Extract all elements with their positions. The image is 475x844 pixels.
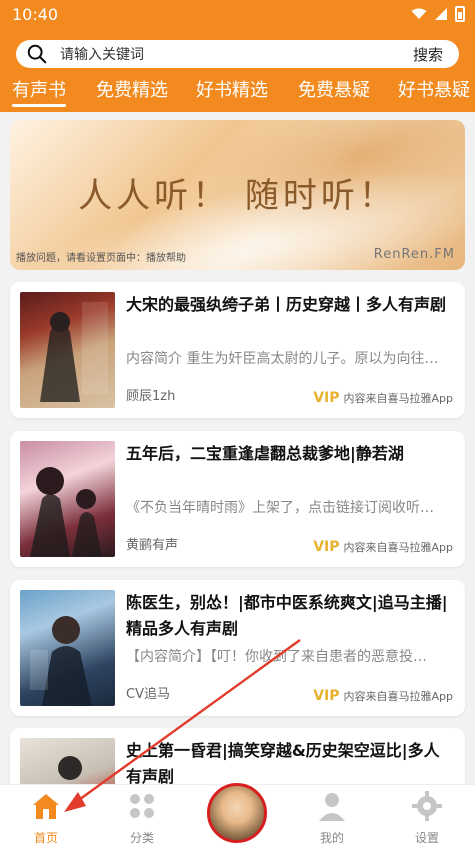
nav-categories[interactable]: 分类 bbox=[102, 785, 182, 844]
avatar-icon[interactable] bbox=[207, 783, 267, 843]
grid-icon bbox=[130, 794, 154, 818]
status-bar: 10:40 bbox=[0, 0, 475, 28]
category-tabs: 有声书 免费精选 好书精选 免费悬疑 好书悬疑 bbox=[0, 76, 475, 107]
gear-icon bbox=[412, 791, 442, 821]
vip-label: VIP bbox=[313, 539, 340, 555]
book-title[interactable]: 史上第一昏君|搞笑穿越&历史架空逗比|多人有声剧 bbox=[126, 738, 451, 790]
wifi-icon bbox=[411, 8, 427, 19]
signal-icon bbox=[435, 8, 447, 20]
search-bar[interactable]: 请输入关键词 搜索 bbox=[16, 40, 459, 68]
tab-free-suspense[interactable]: 免费悬疑 bbox=[298, 76, 370, 102]
vip-badge: VIP 内容来自喜马拉雅App bbox=[313, 688, 453, 704]
book-author: 顾辰1zh bbox=[126, 389, 176, 404]
status-time: 10:40 bbox=[12, 5, 59, 24]
book-cover bbox=[20, 441, 115, 557]
book-title[interactable]: 陈医生，别怂！|都市中医系统爽文|追马主播|精品多人有声剧 bbox=[126, 590, 451, 642]
book-card[interactable]: 五年后，二宝重逢虐翻总裁爹地|静若湖 《不负当年晴时雨》上架了，点击链接订阅收听… bbox=[10, 431, 465, 567]
battery-icon bbox=[455, 6, 465, 22]
search-icon bbox=[27, 44, 47, 64]
source-label: 内容来自喜马拉雅App bbox=[343, 541, 454, 554]
nav-label: 我的 bbox=[319, 831, 344, 844]
source-label: 内容来自喜马拉雅App bbox=[343, 392, 454, 405]
home-icon bbox=[33, 794, 59, 819]
source-label: 内容来自喜马拉雅App bbox=[343, 690, 454, 703]
banner-brand: RenRen.FM bbox=[373, 247, 455, 262]
book-author: CV追马 bbox=[126, 687, 170, 702]
nav-label: 设置 bbox=[414, 831, 439, 844]
search-input[interactable]: 请输入关键词 bbox=[60, 44, 413, 64]
banner-note: 播放问题，请看设置页面中：播放帮助 bbox=[16, 253, 186, 264]
tab-good-books[interactable]: 好书精选 bbox=[196, 76, 268, 102]
book-author: 黄鹂有声 bbox=[126, 538, 179, 553]
nav-home[interactable]: 首页 bbox=[6, 785, 86, 844]
user-icon bbox=[319, 793, 345, 821]
book-title[interactable]: 五年后，二宝重逢虐翻总裁爹地|静若湖 bbox=[126, 441, 451, 467]
status-icons bbox=[411, 6, 465, 22]
vip-label: VIP bbox=[313, 688, 340, 704]
vip-label: VIP bbox=[313, 390, 340, 406]
vip-badge: VIP 内容来自喜马拉雅App bbox=[313, 390, 453, 406]
app-header: 10:40 请输入关键词 搜索 有声书 免费精选 好书精选 免费悬疑 好书悬疑 bbox=[0, 0, 475, 112]
book-description: 《不负当年晴时雨》上架了，点击链接订阅收听… bbox=[126, 500, 434, 516]
tab-free-picks[interactable]: 免费精选 bbox=[96, 76, 168, 102]
tab-audiobook[interactable]: 有声书 bbox=[12, 76, 66, 107]
nav-label: 分类 bbox=[129, 831, 154, 844]
banner-title: 人人听！ 随时听！ bbox=[78, 176, 397, 216]
promo-banner[interactable]: 人人听！ 随时听！ 播放问题，请看设置页面中：播放帮助 RenRen.FM bbox=[10, 120, 465, 270]
book-title[interactable]: 大宋的最强纨绔子弟丨历史穿越丨多人有声剧 bbox=[126, 292, 451, 318]
book-cover bbox=[20, 590, 115, 706]
vip-badge: VIP 内容来自喜马拉雅App bbox=[313, 539, 453, 555]
bottom-navigation: 首页 分类 我的 设置 bbox=[0, 783, 475, 844]
book-description: 【内容简介】【叮！你收到了来自患者的恶意投… bbox=[126, 649, 427, 665]
nav-profile[interactable]: 我的 bbox=[292, 785, 372, 844]
nav-label: 首页 bbox=[33, 831, 58, 844]
book-card[interactable]: 大宋的最强纨绔子弟丨历史穿越丨多人有声剧 内容简介 重生为奸臣高太尉的儿子。原以… bbox=[10, 282, 465, 418]
nav-settings[interactable]: 设置 bbox=[387, 785, 467, 844]
tab-good-suspense[interactable]: 好书悬疑 bbox=[398, 76, 470, 102]
book-description: 内容简介 重生为奸臣高太尉的儿子。原以为向往… bbox=[126, 351, 439, 367]
book-card[interactable]: 陈医生，别怂！|都市中医系统爽文|追马主播|精品多人有声剧 【内容简介】【叮！你… bbox=[10, 580, 465, 716]
book-cover bbox=[20, 292, 115, 408]
search-button[interactable]: 搜索 bbox=[413, 44, 443, 65]
